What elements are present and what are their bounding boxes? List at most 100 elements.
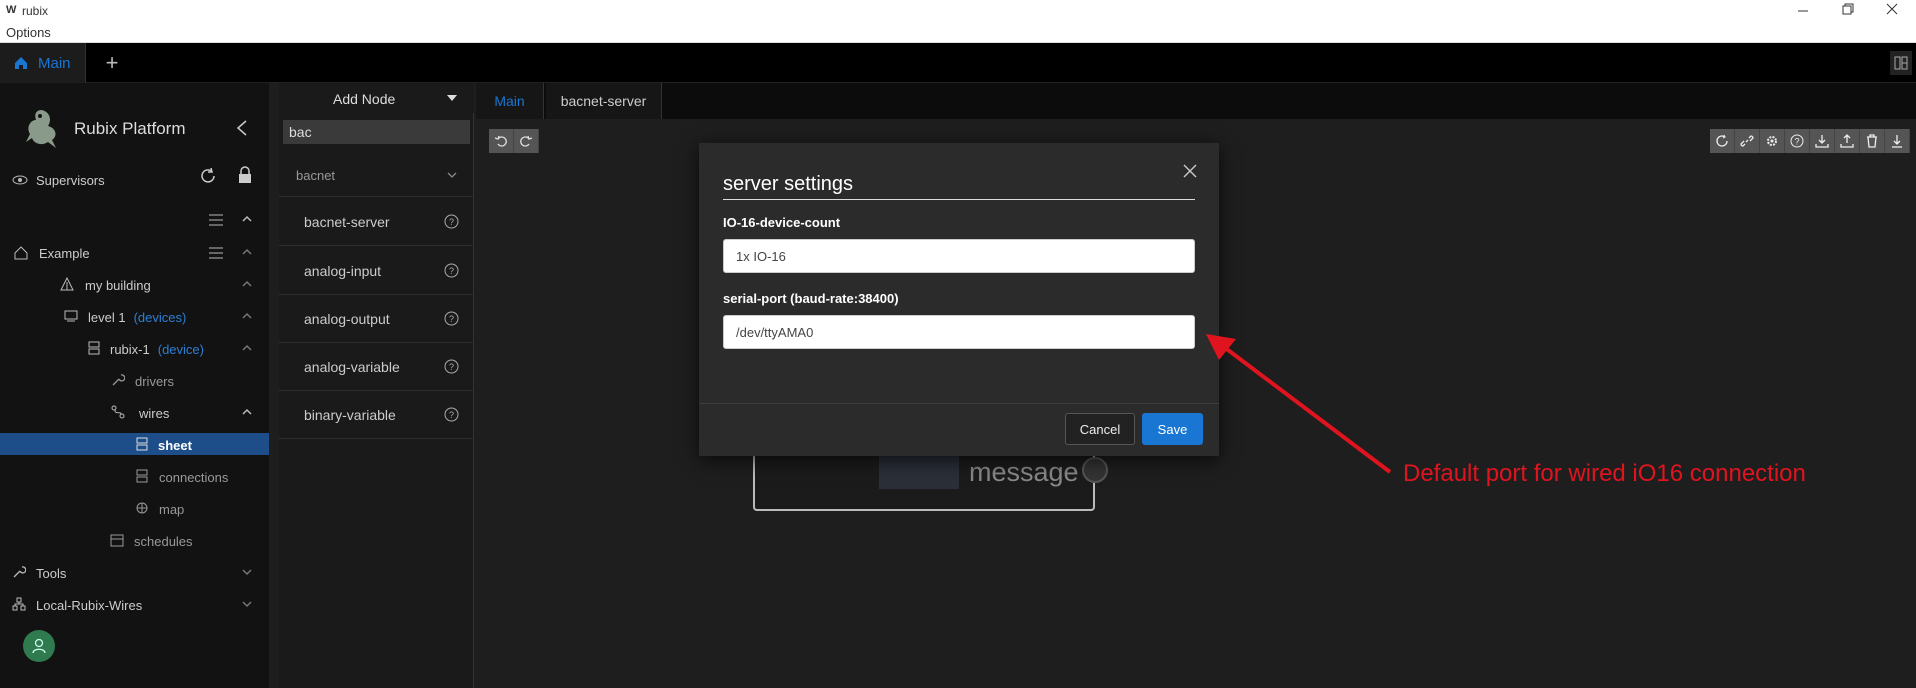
menu-options[interactable]: Options bbox=[6, 25, 51, 40]
home-icon bbox=[14, 56, 28, 70]
plus-icon: + bbox=[105, 50, 119, 75]
menu-lines-icon[interactable] bbox=[209, 247, 223, 259]
settings-button[interactable] bbox=[1760, 129, 1785, 153]
chevron-up-icon[interactable] bbox=[242, 280, 252, 288]
sidebar-item-wires[interactable]: wires bbox=[139, 406, 169, 421]
node-item-analog-output[interactable]: analog-output? bbox=[279, 295, 474, 343]
refresh-button[interactable] bbox=[1710, 129, 1735, 153]
chevron-down-icon[interactable] bbox=[242, 568, 252, 576]
export-button[interactable] bbox=[1885, 129, 1910, 153]
serial-port-input[interactable] bbox=[723, 315, 1195, 349]
node-search-input[interactable] bbox=[283, 120, 470, 144]
sidebar-item-hint: (devices) bbox=[133, 310, 187, 325]
server-settings-dialog: server settings IO-16-device-count seria… bbox=[699, 143, 1219, 456]
sidebar-item-label: rubix-1 bbox=[110, 342, 150, 357]
add-tab-button[interactable]: + bbox=[97, 43, 127, 83]
annotation-arrow bbox=[1206, 334, 1392, 474]
chevron-up-icon[interactable] bbox=[242, 312, 252, 320]
sidebar-item-local-rubix-wires[interactable]: Local-Rubix-Wires bbox=[36, 598, 142, 613]
close-icon[interactable] bbox=[1183, 164, 1197, 178]
group-bacnet[interactable]: bacnet bbox=[279, 153, 474, 197]
editor-tab-bacnet-server[interactable]: bacnet-server bbox=[546, 83, 662, 119]
canvas-toolbar: ? bbox=[1710, 129, 1910, 153]
chevron-up-icon[interactable] bbox=[242, 215, 252, 223]
menu-lines-icon[interactable] bbox=[209, 214, 223, 226]
editor-tab-main[interactable]: Main bbox=[476, 83, 544, 119]
rubix-logo bbox=[22, 106, 62, 150]
sidebar-item-sheet[interactable] bbox=[0, 433, 269, 455]
group-label: bacnet bbox=[296, 168, 336, 183]
link-button[interactable] bbox=[1735, 129, 1760, 153]
redo-icon bbox=[519, 134, 533, 148]
tab-strip: Main + bbox=[0, 43, 1916, 83]
undo-button[interactable] bbox=[489, 129, 514, 153]
undo-redo-group bbox=[489, 129, 539, 153]
download-icon bbox=[1815, 134, 1829, 148]
dialog-title: server settings bbox=[723, 173, 854, 195]
sidebar-item-label: Supervisors bbox=[36, 173, 105, 188]
svg-text:?: ? bbox=[449, 362, 454, 372]
help-icon: ? bbox=[1790, 134, 1804, 148]
node-item-binary-variable[interactable]: binary-variable? bbox=[279, 391, 474, 439]
node-item-bacnet-server[interactable]: bacnet-server? bbox=[279, 198, 474, 246]
svg-text:?: ? bbox=[449, 314, 454, 324]
tab-main[interactable]: Main bbox=[0, 43, 86, 83]
help-icon[interactable]: ? bbox=[444, 263, 459, 278]
sidebar: Rubix Platform Supervisors Example my bu… bbox=[0, 83, 269, 688]
sidebar-item-tools[interactable]: Tools bbox=[36, 566, 66, 581]
chevron-up-icon[interactable] bbox=[242, 248, 252, 256]
help-icon[interactable]: ? bbox=[444, 311, 459, 326]
sidebar-item-rubix-1[interactable]: rubix-1 (device) bbox=[110, 342, 204, 357]
sidebar-item-connections[interactable]: connections bbox=[159, 470, 228, 485]
restore-icon[interactable] bbox=[1842, 3, 1854, 15]
help-icon[interactable]: ? bbox=[444, 359, 459, 374]
node-item-analog-variable[interactable]: analog-variable? bbox=[279, 343, 474, 391]
canvas-node-port[interactable] bbox=[1082, 457, 1108, 483]
save-button[interactable]: Save bbox=[1142, 413, 1203, 445]
node-item-label: analog-variable bbox=[304, 358, 400, 375]
cancel-button[interactable]: Cancel bbox=[1065, 413, 1135, 445]
calendar-icon bbox=[110, 533, 124, 547]
sidebar-item-drivers[interactable]: drivers bbox=[135, 374, 174, 389]
redo-button[interactable] bbox=[514, 129, 539, 153]
help-icon[interactable]: ? bbox=[444, 407, 459, 422]
node-item-analog-input[interactable]: analog-input? bbox=[279, 247, 474, 295]
node-item-label: binary-variable bbox=[304, 406, 396, 423]
sidebar-item-my-building[interactable]: my building bbox=[85, 278, 151, 293]
help-icon[interactable]: ? bbox=[444, 214, 459, 229]
canvas-node-text: message bbox=[969, 457, 1079, 487]
delete-button[interactable] bbox=[1860, 129, 1885, 153]
svg-text:?: ? bbox=[449, 217, 454, 227]
window-title: rubix bbox=[22, 4, 49, 18]
building-icon bbox=[60, 277, 74, 291]
io16-device-count-input[interactable] bbox=[723, 239, 1195, 273]
sidebar-item-label: level 1 bbox=[88, 310, 126, 325]
add-node-header[interactable]: Add Node bbox=[279, 83, 474, 113]
upload-button[interactable] bbox=[1835, 129, 1860, 153]
avatar[interactable] bbox=[23, 630, 55, 662]
footer-divider bbox=[699, 403, 1219, 404]
chevron-down-icon[interactable] bbox=[242, 600, 252, 608]
canvas-node[interactable]: message bbox=[753, 453, 1108, 511]
layout-toggle-button[interactable] bbox=[1890, 51, 1912, 75]
collapse-sidebar-icon[interactable] bbox=[236, 119, 248, 137]
refresh-icon bbox=[1715, 134, 1729, 148]
sheet-icon bbox=[136, 437, 148, 451]
chevron-up-icon[interactable] bbox=[242, 408, 252, 416]
chevron-up-icon[interactable] bbox=[242, 344, 252, 352]
sidebar-item-hint: (device) bbox=[157, 342, 204, 357]
window-titlebar: W rubix bbox=[0, 0, 1916, 22]
sidebar-item-supervisors[interactable]: Supervisors bbox=[0, 164, 269, 196]
minimize-icon[interactable] bbox=[1797, 2, 1809, 18]
help-button[interactable]: ? bbox=[1785, 129, 1810, 153]
link-icon bbox=[1740, 134, 1754, 148]
download-button[interactable] bbox=[1810, 129, 1835, 153]
sidebar-item-map[interactable]: map bbox=[159, 502, 184, 517]
node-item-label: analog-input bbox=[304, 262, 382, 279]
sidebar-item-schedules[interactable]: schedules bbox=[134, 534, 193, 549]
node-item-label: bacnet-server bbox=[304, 213, 390, 230]
title-divider bbox=[723, 199, 1195, 200]
sidebar-item-level-1[interactable]: level 1 (devices) bbox=[88, 310, 186, 325]
connections-icon bbox=[136, 469, 148, 483]
close-window-icon[interactable] bbox=[1886, 3, 1898, 15]
